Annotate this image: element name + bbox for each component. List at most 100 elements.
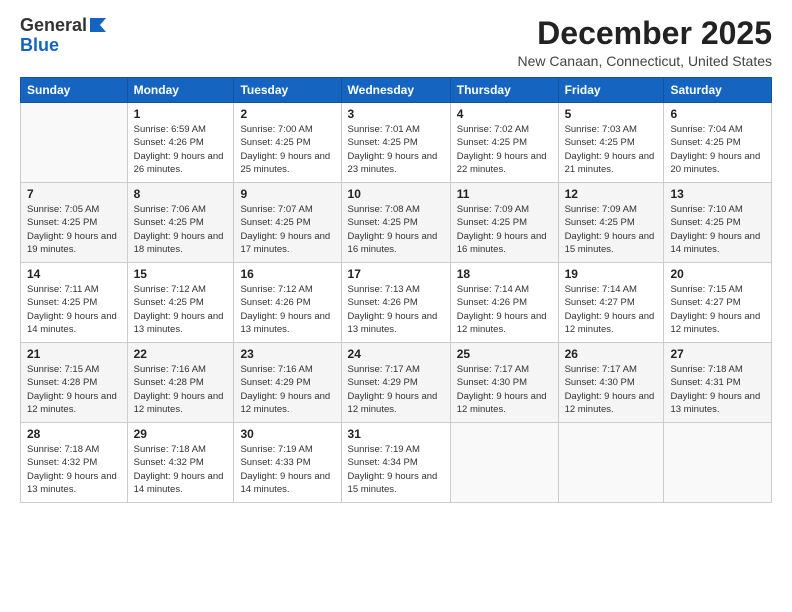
sunset-text: Sunset: 4:25 PM — [240, 136, 334, 149]
day-number: 16 — [240, 267, 334, 281]
sunrise-text: Sunrise: 7:08 AM — [348, 203, 444, 216]
calendar-cell: 16 Sunrise: 7:12 AM Sunset: 4:26 PM Dayl… — [234, 263, 341, 343]
calendar-cell: 29 Sunrise: 7:18 AM Sunset: 4:32 PM Dayl… — [127, 423, 234, 503]
daylight-text: Daylight: 9 hours and 17 minutes. — [240, 230, 334, 257]
calendar-cell: 31 Sunrise: 7:19 AM Sunset: 4:34 PM Dayl… — [341, 423, 450, 503]
day-number: 27 — [670, 347, 765, 361]
day-number: 3 — [348, 107, 444, 121]
day-info: Sunrise: 7:15 AM Sunset: 4:27 PM Dayligh… — [670, 283, 765, 336]
day-number: 2 — [240, 107, 334, 121]
daylight-text: Daylight: 9 hours and 19 minutes. — [27, 230, 121, 257]
day-info: Sunrise: 7:17 AM Sunset: 4:30 PM Dayligh… — [565, 363, 658, 416]
day-info: Sunrise: 7:17 AM Sunset: 4:30 PM Dayligh… — [457, 363, 552, 416]
col-monday: Monday — [127, 78, 234, 103]
calendar-cell: 2 Sunrise: 7:00 AM Sunset: 4:25 PM Dayli… — [234, 103, 341, 183]
logo-general: General — [20, 16, 87, 36]
daylight-text: Daylight: 9 hours and 14 minutes. — [27, 310, 121, 337]
daylight-text: Daylight: 9 hours and 13 minutes. — [240, 310, 334, 337]
calendar-week-row: 7 Sunrise: 7:05 AM Sunset: 4:25 PM Dayli… — [21, 183, 772, 263]
day-info: Sunrise: 7:19 AM Sunset: 4:33 PM Dayligh… — [240, 443, 334, 496]
sunset-text: Sunset: 4:25 PM — [134, 216, 228, 229]
day-info: Sunrise: 7:18 AM Sunset: 4:32 PM Dayligh… — [134, 443, 228, 496]
calendar-cell — [21, 103, 128, 183]
sunset-text: Sunset: 4:33 PM — [240, 456, 334, 469]
day-info: Sunrise: 7:06 AM Sunset: 4:25 PM Dayligh… — [134, 203, 228, 256]
sunrise-text: Sunrise: 7:16 AM — [134, 363, 228, 376]
daylight-text: Daylight: 9 hours and 12 minutes. — [240, 390, 334, 417]
day-number: 1 — [134, 107, 228, 121]
day-number: 10 — [348, 187, 444, 201]
day-number: 5 — [565, 107, 658, 121]
sunrise-text: Sunrise: 7:14 AM — [565, 283, 658, 296]
logo-flag-icon — [88, 18, 106, 32]
day-number: 31 — [348, 427, 444, 441]
daylight-text: Daylight: 9 hours and 20 minutes. — [670, 150, 765, 177]
sunset-text: Sunset: 4:25 PM — [565, 136, 658, 149]
calendar-cell: 21 Sunrise: 7:15 AM Sunset: 4:28 PM Dayl… — [21, 343, 128, 423]
daylight-text: Daylight: 9 hours and 14 minutes. — [670, 230, 765, 257]
day-info: Sunrise: 6:59 AM Sunset: 4:26 PM Dayligh… — [134, 123, 228, 176]
day-number: 21 — [27, 347, 121, 361]
day-info: Sunrise: 7:11 AM Sunset: 4:25 PM Dayligh… — [27, 283, 121, 336]
sunset-text: Sunset: 4:25 PM — [348, 216, 444, 229]
day-info: Sunrise: 7:09 AM Sunset: 4:25 PM Dayligh… — [565, 203, 658, 256]
daylight-text: Daylight: 9 hours and 12 minutes. — [565, 390, 658, 417]
calendar-cell: 9 Sunrise: 7:07 AM Sunset: 4:25 PM Dayli… — [234, 183, 341, 263]
day-number: 4 — [457, 107, 552, 121]
calendar-cell: 6 Sunrise: 7:04 AM Sunset: 4:25 PM Dayli… — [664, 103, 772, 183]
calendar-table: Sunday Monday Tuesday Wednesday Thursday… — [20, 77, 772, 503]
calendar-week-row: 21 Sunrise: 7:15 AM Sunset: 4:28 PM Dayl… — [21, 343, 772, 423]
calendar-cell — [664, 423, 772, 503]
sunrise-text: Sunrise: 7:06 AM — [134, 203, 228, 216]
sunset-text: Sunset: 4:26 PM — [457, 296, 552, 309]
calendar-header-row: Sunday Monday Tuesday Wednesday Thursday… — [21, 78, 772, 103]
calendar-week-row: 1 Sunrise: 6:59 AM Sunset: 4:26 PM Dayli… — [21, 103, 772, 183]
day-number: 8 — [134, 187, 228, 201]
day-info: Sunrise: 7:10 AM Sunset: 4:25 PM Dayligh… — [670, 203, 765, 256]
sunset-text: Sunset: 4:26 PM — [134, 136, 228, 149]
day-info: Sunrise: 7:05 AM Sunset: 4:25 PM Dayligh… — [27, 203, 121, 256]
day-info: Sunrise: 7:12 AM Sunset: 4:26 PM Dayligh… — [240, 283, 334, 336]
calendar-week-row: 28 Sunrise: 7:18 AM Sunset: 4:32 PM Dayl… — [21, 423, 772, 503]
sunrise-text: Sunrise: 7:12 AM — [134, 283, 228, 296]
calendar-week-row: 14 Sunrise: 7:11 AM Sunset: 4:25 PM Dayl… — [21, 263, 772, 343]
calendar-cell: 26 Sunrise: 7:17 AM Sunset: 4:30 PM Dayl… — [558, 343, 664, 423]
day-info: Sunrise: 7:17 AM Sunset: 4:29 PM Dayligh… — [348, 363, 444, 416]
location-title: New Canaan, Connecticut, United States — [518, 53, 772, 69]
sunrise-text: Sunrise: 7:13 AM — [348, 283, 444, 296]
daylight-text: Daylight: 9 hours and 22 minutes. — [457, 150, 552, 177]
sunrise-text: Sunrise: 7:18 AM — [134, 443, 228, 456]
sunrise-text: Sunrise: 7:04 AM — [670, 123, 765, 136]
calendar-cell: 14 Sunrise: 7:11 AM Sunset: 4:25 PM Dayl… — [21, 263, 128, 343]
sunrise-text: Sunrise: 7:07 AM — [240, 203, 334, 216]
sunrise-text: Sunrise: 7:19 AM — [240, 443, 334, 456]
sunset-text: Sunset: 4:25 PM — [134, 296, 228, 309]
day-info: Sunrise: 7:13 AM Sunset: 4:26 PM Dayligh… — [348, 283, 444, 336]
daylight-text: Daylight: 9 hours and 26 minutes. — [134, 150, 228, 177]
sunrise-text: Sunrise: 7:03 AM — [565, 123, 658, 136]
sunset-text: Sunset: 4:31 PM — [670, 376, 765, 389]
calendar-cell: 23 Sunrise: 7:16 AM Sunset: 4:29 PM Dayl… — [234, 343, 341, 423]
page: General Blue December 2025 New Canaan, C… — [0, 0, 792, 612]
header: General Blue December 2025 New Canaan, C… — [20, 16, 772, 69]
sunset-text: Sunset: 4:29 PM — [240, 376, 334, 389]
sunset-text: Sunset: 4:26 PM — [240, 296, 334, 309]
daylight-text: Daylight: 9 hours and 16 minutes. — [457, 230, 552, 257]
calendar-cell: 15 Sunrise: 7:12 AM Sunset: 4:25 PM Dayl… — [127, 263, 234, 343]
sunrise-text: Sunrise: 7:14 AM — [457, 283, 552, 296]
sunset-text: Sunset: 4:25 PM — [27, 296, 121, 309]
daylight-text: Daylight: 9 hours and 12 minutes. — [565, 310, 658, 337]
daylight-text: Daylight: 9 hours and 23 minutes. — [348, 150, 444, 177]
calendar-cell: 12 Sunrise: 7:09 AM Sunset: 4:25 PM Dayl… — [558, 183, 664, 263]
daylight-text: Daylight: 9 hours and 12 minutes. — [134, 390, 228, 417]
day-number: 19 — [565, 267, 658, 281]
day-number: 15 — [134, 267, 228, 281]
sunset-text: Sunset: 4:27 PM — [565, 296, 658, 309]
day-number: 30 — [240, 427, 334, 441]
day-number: 9 — [240, 187, 334, 201]
calendar-cell: 1 Sunrise: 6:59 AM Sunset: 4:26 PM Dayli… — [127, 103, 234, 183]
day-number: 28 — [27, 427, 121, 441]
sunrise-text: Sunrise: 7:11 AM — [27, 283, 121, 296]
calendar-cell: 4 Sunrise: 7:02 AM Sunset: 4:25 PM Dayli… — [450, 103, 558, 183]
day-number: 29 — [134, 427, 228, 441]
